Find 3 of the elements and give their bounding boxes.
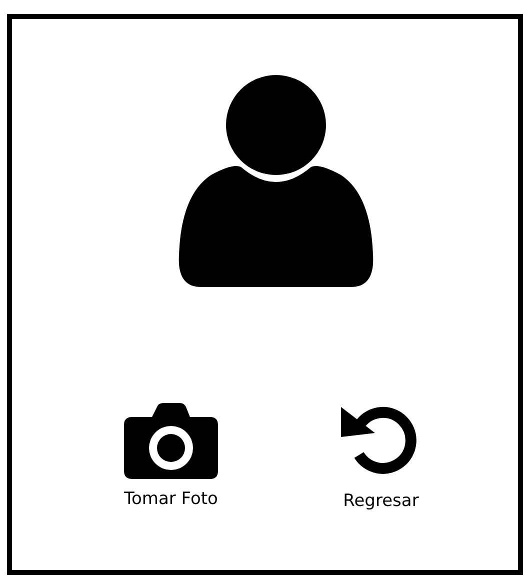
camera-icon	[124, 403, 218, 479]
take-photo-button[interactable]: Tomar Foto	[101, 403, 241, 511]
back-button[interactable]: Regresar	[311, 403, 451, 511]
